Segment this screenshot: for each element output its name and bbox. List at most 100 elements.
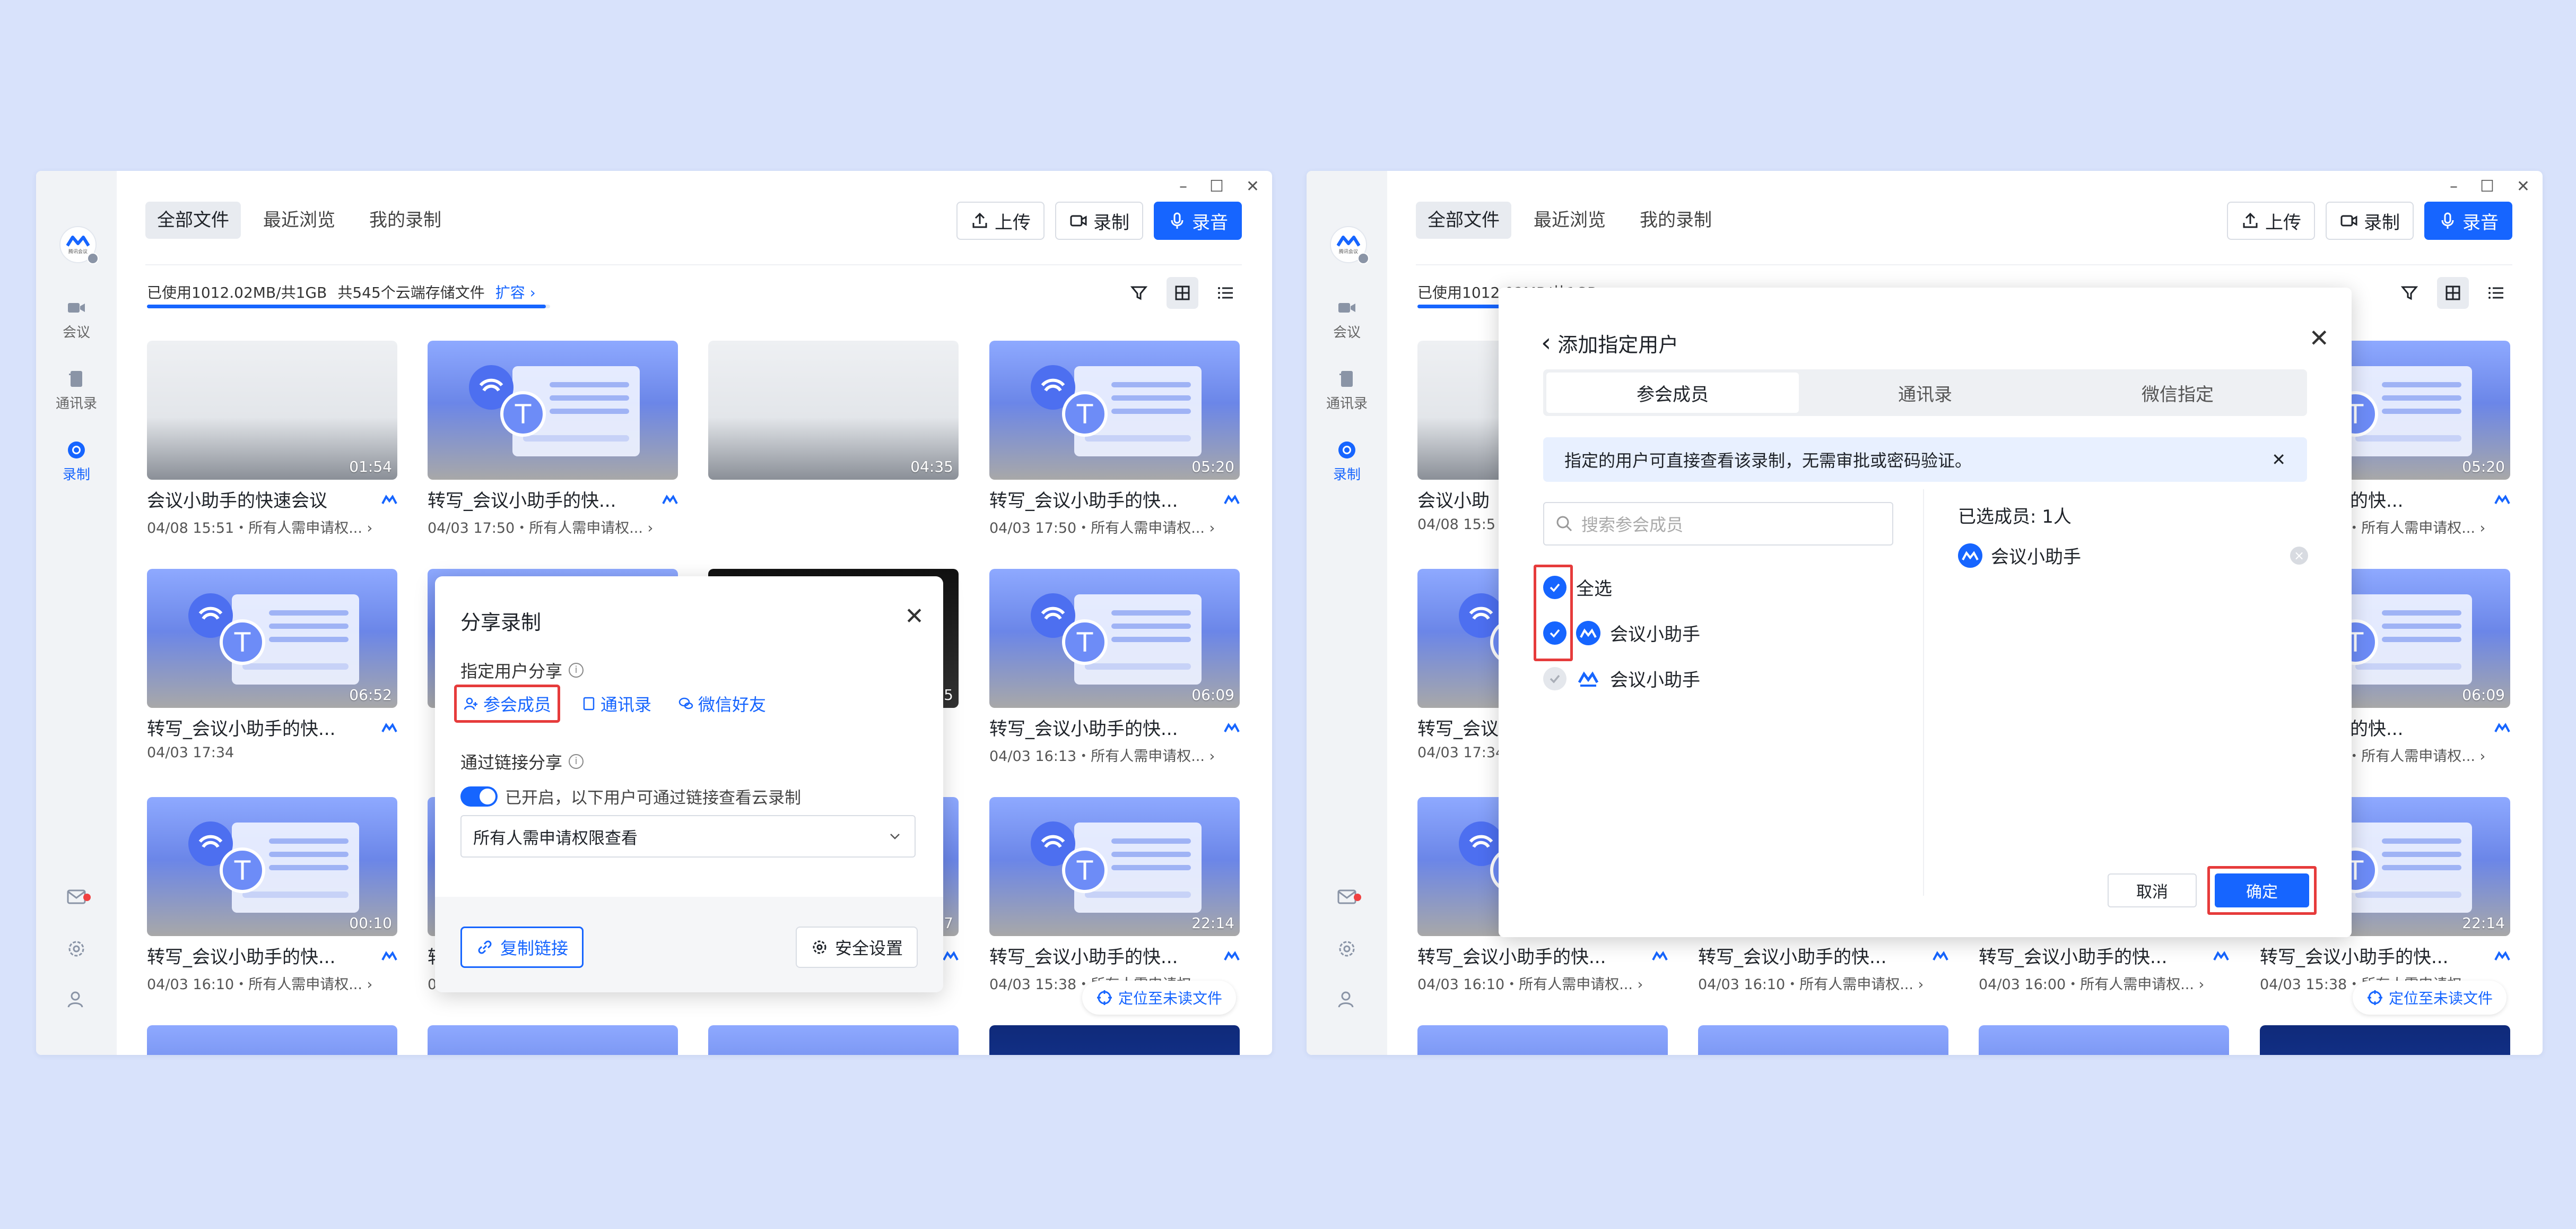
- tab-all-files[interactable]: 全部文件: [1416, 202, 1511, 239]
- file-card[interactable]: 04:35: [708, 341, 959, 480]
- nav-meeting[interactable]: 会议: [1307, 297, 1387, 341]
- file-thumbnail[interactable]: [2260, 1025, 2510, 1055]
- member-avatar: [1576, 620, 1600, 645]
- avatar[interactable]: 腾讯会议: [1330, 226, 1369, 264]
- grid-view-button[interactable]: [1167, 277, 1198, 309]
- tab-my-recordings[interactable]: 我的录制: [1628, 202, 1724, 239]
- member-search[interactable]: 搜索参会成员: [1543, 502, 1893, 546]
- member-row[interactable]: 会议小助手: [1543, 665, 1700, 691]
- nav-meeting[interactable]: 会议: [36, 297, 117, 341]
- file-thumbnail[interactable]: T 05:20: [989, 341, 1240, 480]
- info-icon[interactable]: i: [569, 663, 584, 678]
- audio-record-button[interactable]: 录音: [1154, 202, 1242, 240]
- nav-contacts[interactable]: 通讯录: [1307, 368, 1387, 412]
- mail-button[interactable]: [1307, 885, 1387, 908]
- maximize-button[interactable]: ☐: [2480, 177, 2494, 196]
- tencent-meeting-logo-icon: [381, 950, 397, 960]
- file-thumbnail[interactable]: 01:54: [147, 341, 397, 480]
- maximize-button[interactable]: ☐: [1209, 177, 1224, 196]
- file-card[interactable]: T 06:52 转写_会议小助手的快... 04/03 17:34: [147, 569, 397, 761]
- back-button[interactable]: ‹: [1541, 328, 1551, 358]
- file-card[interactable]: T 06:09 转写_会议小助手的快... 04/03 16:13・所有人需申请权..…: [989, 569, 1240, 765]
- storage-progress: [147, 305, 550, 308]
- file-card[interactable]: [708, 1025, 959, 1055]
- file-card[interactable]: [1979, 1025, 2229, 1055]
- file-card[interactable]: [147, 1025, 397, 1055]
- file-thumbnail[interactable]: T 06:52: [147, 569, 397, 708]
- dialog-close-button[interactable]: ✕: [2309, 324, 2329, 352]
- notice-close-button[interactable]: ✕: [2272, 449, 2286, 470]
- filter-button[interactable]: [2394, 277, 2425, 309]
- expand-link[interactable]: 扩容 ›: [495, 281, 536, 302]
- file-thumbnail[interactable]: T 06:09: [989, 569, 1240, 708]
- file-thumbnail[interactable]: [1698, 1025, 1948, 1055]
- list-view-button[interactable]: [1210, 277, 1242, 309]
- file-card[interactable]: [428, 1025, 678, 1055]
- grid-view-button[interactable]: [2437, 277, 2469, 309]
- nav-contacts[interactable]: 通讯录: [36, 368, 117, 412]
- close-window-button[interactable]: ✕: [2517, 177, 2530, 196]
- mail-button[interactable]: [36, 885, 117, 908]
- file-thumbnail[interactable]: T: [428, 341, 678, 480]
- upload-button[interactable]: 上传: [2227, 202, 2315, 240]
- file-card[interactable]: [1417, 1025, 1668, 1055]
- avatar-badge: [1357, 253, 1369, 264]
- file-card[interactable]: T22:14转写_会议小助手的快...04/03 15:38・所有人需申请权..…: [989, 797, 1240, 993]
- file-thumbnail[interactable]: [1979, 1025, 2229, 1055]
- wechat-link[interactable]: 微信好友: [672, 687, 772, 720]
- file-thumbnail[interactable]: [989, 1025, 1240, 1055]
- tab-contacts[interactable]: 通讯录: [1799, 373, 2051, 413]
- minimize-button[interactable]: –: [1179, 177, 1187, 196]
- file-card[interactable]: T 转写_会议小助手的快... 04/03 17:50・所有人需申请权... ›: [428, 341, 678, 537]
- tab-recent[interactable]: 最近浏览: [251, 202, 347, 239]
- locate-unread-button[interactable]: 定位至未读文件: [2353, 981, 2507, 1015]
- cancel-button[interactable]: 取消: [2108, 873, 2197, 907]
- file-thumbnail[interactable]: 04:35: [708, 341, 959, 480]
- permission-select[interactable]: 所有人需申请权限查看: [460, 815, 916, 858]
- tab-all-files[interactable]: 全部文件: [145, 202, 241, 239]
- copy-link-button[interactable]: 复制链接: [460, 927, 584, 968]
- profile-button[interactable]: [1307, 988, 1387, 1011]
- nav-recording[interactable]: 录制: [1307, 439, 1387, 483]
- participants-link[interactable]: 参会成员: [454, 685, 561, 723]
- nav-recording[interactable]: 录制: [36, 439, 117, 483]
- file-thumbnail[interactable]: [147, 1025, 397, 1055]
- tab-my-recordings[interactable]: 我的录制: [358, 202, 453, 239]
- share-close-button[interactable]: ✕: [904, 603, 924, 630]
- locate-unread-button[interactable]: 定位至未读文件: [1082, 981, 1236, 1015]
- settings-button[interactable]: [1307, 937, 1387, 960]
- record-button[interactable]: 录制: [2326, 202, 2414, 240]
- file-card[interactable]: 01:54 会议小助手的快速会议 04/08 15:51・所有人需申请权... ›: [147, 341, 397, 537]
- gear-icon: [68, 941, 84, 957]
- file-thumbnail[interactable]: [708, 1025, 959, 1055]
- upload-button[interactable]: 上传: [956, 202, 1045, 240]
- tab-participants[interactable]: 参会成员: [1546, 373, 1799, 413]
- remove-member-button[interactable]: ×: [2290, 546, 2308, 565]
- contacts-link[interactable]: 通讯录: [574, 687, 658, 720]
- record-button[interactable]: 录制: [1055, 202, 1143, 240]
- avatar[interactable]: 腾讯会议: [59, 226, 99, 264]
- minimize-button[interactable]: –: [2450, 177, 2458, 196]
- audio-record-button[interactable]: 录音: [2424, 202, 2512, 240]
- link-share-toggle[interactable]: [460, 786, 498, 807]
- file-card[interactable]: [989, 1025, 1240, 1055]
- tab-wechat[interactable]: 微信指定: [2051, 373, 2304, 413]
- filter-button[interactable]: [1123, 277, 1155, 309]
- file-card[interactable]: T 05:20 转写_会议小助手的快... 04/03 17:50・所有人需申请权..…: [989, 341, 1240, 537]
- info-icon[interactable]: i: [569, 754, 584, 769]
- close-window-button[interactable]: ✕: [1246, 177, 1259, 196]
- file-card[interactable]: T 00:10 转写_会议小助手的快... 04/03 16:10・所有人需申请权..…: [147, 797, 397, 993]
- file-thumbnail[interactable]: T 00:10: [147, 797, 397, 936]
- list-view-button[interactable]: [2481, 277, 2512, 309]
- file-thumbnail[interactable]: T 22:14: [989, 797, 1240, 936]
- tencent-meeting-logo-icon: [1337, 235, 1360, 247]
- file-meta: 04/03 17:34: [147, 745, 234, 761]
- settings-button[interactable]: [36, 937, 117, 960]
- file-thumbnail[interactable]: [428, 1025, 678, 1055]
- tab-recent[interactable]: 最近浏览: [1522, 202, 1617, 239]
- security-settings-button[interactable]: 安全设置: [795, 927, 918, 968]
- file-thumbnail[interactable]: [1417, 1025, 1668, 1055]
- file-card[interactable]: [2260, 1025, 2510, 1055]
- file-card[interactable]: [1698, 1025, 1948, 1055]
- profile-button[interactable]: [36, 988, 117, 1011]
